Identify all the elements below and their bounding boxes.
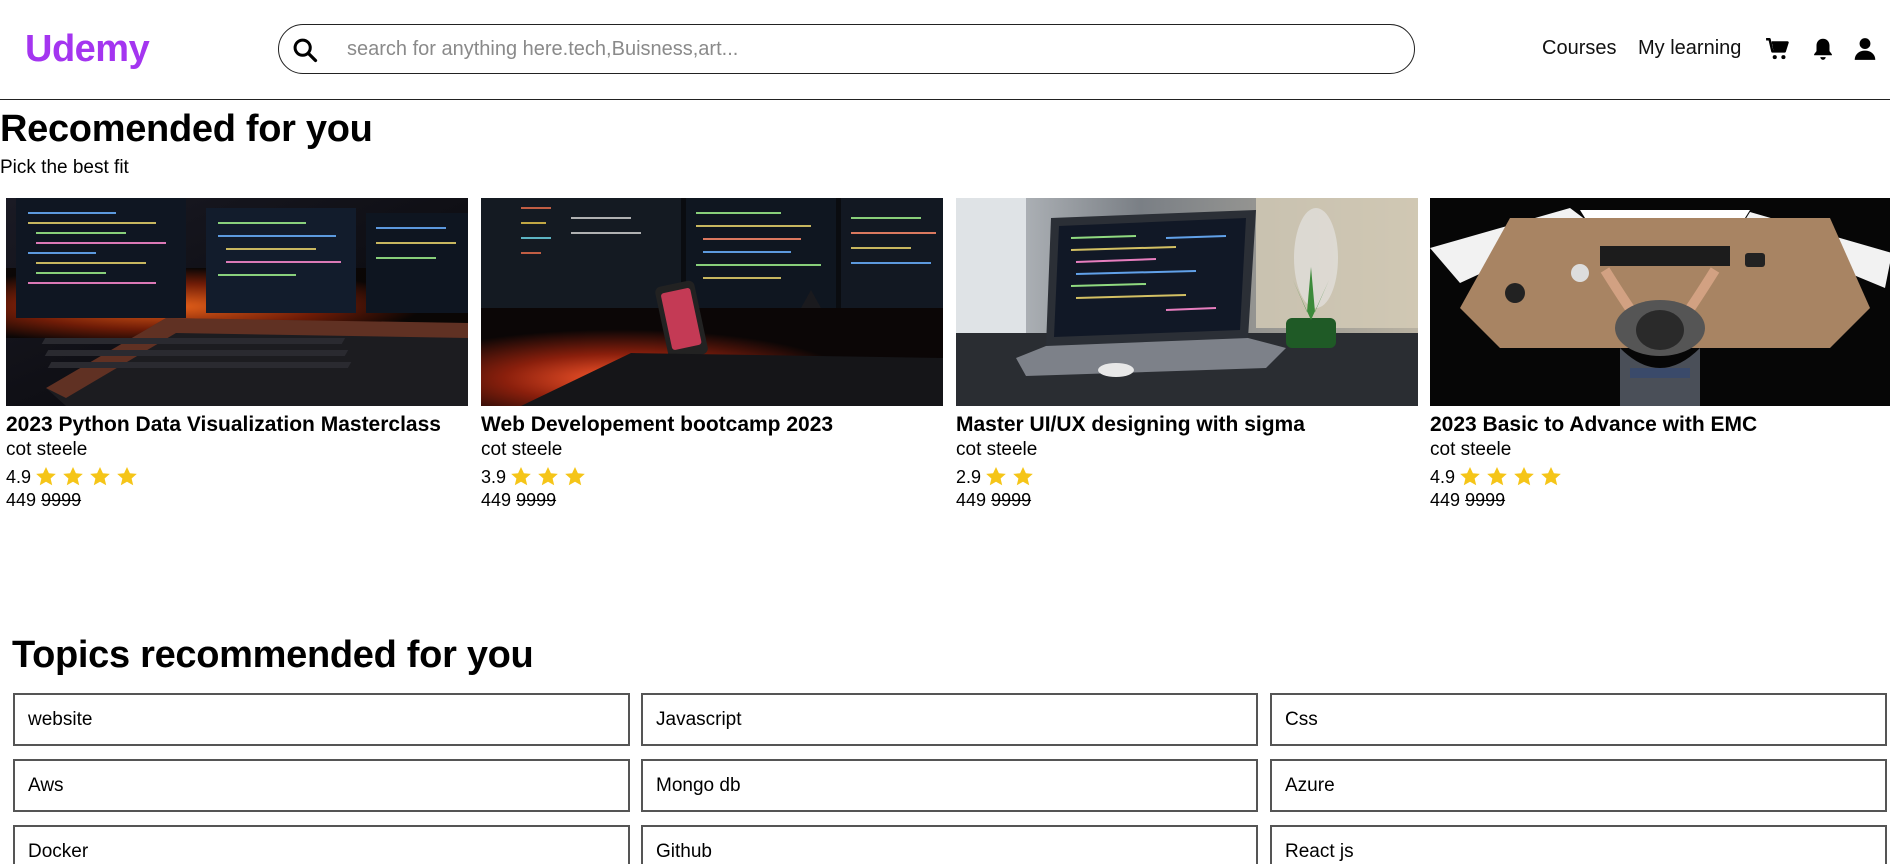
star-icon: [1013, 467, 1033, 486]
course-author: cot steele: [6, 439, 88, 460]
user-icon[interactable]: [1852, 36, 1878, 62]
original-price: 9999: [41, 490, 82, 510]
rating-value: 4.9: [6, 466, 32, 487]
star-icon: [1487, 467, 1507, 486]
topic-label: Aws: [28, 775, 64, 796]
course-card[interactable]: 2023 Basic to Advance with EMC cot steel…: [1430, 198, 1890, 518]
course-price: 449 9999: [6, 490, 81, 511]
topic-label: Github: [656, 841, 712, 862]
original-price: 9999: [991, 490, 1032, 510]
topic-label: Azure: [1285, 775, 1335, 796]
course-thumbnail[interactable]: [1430, 198, 1890, 406]
rating-value: 4.9: [1430, 466, 1456, 487]
topic-label: website: [28, 709, 93, 730]
course-thumbnail[interactable]: [956, 198, 1418, 406]
cart-icon[interactable]: [1765, 36, 1791, 62]
topic-label: Mongo db: [656, 775, 741, 796]
search-bar[interactable]: [278, 24, 1415, 74]
original-price: 9999: [516, 490, 557, 510]
bell-icon[interactable]: [1810, 36, 1836, 62]
star-icon: [565, 467, 585, 486]
topics-heading: Topics recommended for you: [12, 634, 534, 676]
topic-aws[interactable]: Aws: [13, 759, 630, 812]
original-price: 9999: [1465, 490, 1506, 510]
course-rating: 4.9: [1430, 464, 1565, 490]
nav-courses-link[interactable]: Courses: [1542, 37, 1616, 60]
star-icon: [117, 467, 137, 486]
star-icon: [538, 467, 558, 486]
rating-value: 3.9: [481, 466, 507, 487]
topic-label: React js: [1285, 841, 1354, 862]
course-price: 449 9999: [1430, 490, 1505, 511]
star-icon: [63, 467, 83, 486]
rating-value: 2.9: [956, 466, 982, 487]
course-author: cot steele: [956, 439, 1038, 460]
recommended-heading: Recomended for you: [0, 108, 373, 150]
course-card[interactable]: Master UI/UX designing with sigma cot st…: [956, 198, 1418, 518]
current-price: 449: [481, 490, 512, 510]
topic-mongo-db[interactable]: Mongo db: [641, 759, 1258, 812]
topic-azure[interactable]: Azure: [1270, 759, 1887, 812]
topic-label: Docker: [28, 841, 89, 862]
course-author: cot steele: [481, 439, 563, 460]
star-icon: [511, 467, 531, 486]
search-input[interactable]: [347, 33, 1387, 65]
course-price: 449 9999: [481, 490, 556, 511]
star-icon: [90, 467, 110, 486]
course-title[interactable]: Master UI/UX designing with sigma: [956, 413, 1305, 437]
current-price: 449: [6, 490, 37, 510]
search-icon[interactable]: [291, 36, 319, 64]
star-icon: [986, 467, 1006, 486]
course-author: cot steele: [1430, 439, 1512, 460]
star-icon: [1541, 467, 1561, 486]
udemy-logo[interactable]: Udemy: [25, 28, 150, 71]
course-rating: 2.9: [956, 464, 1037, 490]
course-rating: 3.9: [481, 464, 589, 490]
topic-github[interactable]: Github: [641, 825, 1258, 864]
course-card[interactable]: 2023 Python Data Visualization Mastercla…: [6, 198, 468, 518]
recommended-subtitle: Pick the best fit: [0, 157, 129, 178]
star-icon: [36, 467, 56, 486]
topic-website[interactable]: website: [13, 693, 630, 746]
nav-my-learning-link[interactable]: My learning: [1638, 37, 1741, 60]
topic-label: Javascript: [656, 709, 742, 730]
course-thumbnail[interactable]: [481, 198, 943, 406]
course-price: 449 9999: [956, 490, 1031, 511]
course-thumbnail[interactable]: [6, 198, 468, 406]
star-icon: [1514, 467, 1534, 486]
course-title[interactable]: 2023 Python Data Visualization Mastercla…: [6, 413, 441, 437]
course-card[interactable]: Web Developement bootcamp 2023 cot steel…: [481, 198, 943, 518]
current-price: 449: [1430, 490, 1461, 510]
topic-docker[interactable]: Docker: [13, 825, 630, 864]
course-title[interactable]: Web Developement bootcamp 2023: [481, 413, 833, 437]
course-title[interactable]: 2023 Basic to Advance with EMC: [1430, 413, 1757, 437]
star-icon: [1460, 467, 1480, 486]
topic-javascript[interactable]: Javascript: [641, 693, 1258, 746]
topic-css[interactable]: Css: [1270, 693, 1887, 746]
navbar: Udemy Courses My learning: [0, 0, 1890, 100]
topic-react-js[interactable]: React js: [1270, 825, 1887, 864]
topic-label: Css: [1285, 709, 1318, 730]
current-price: 449: [956, 490, 987, 510]
course-rating: 4.9: [6, 464, 141, 490]
